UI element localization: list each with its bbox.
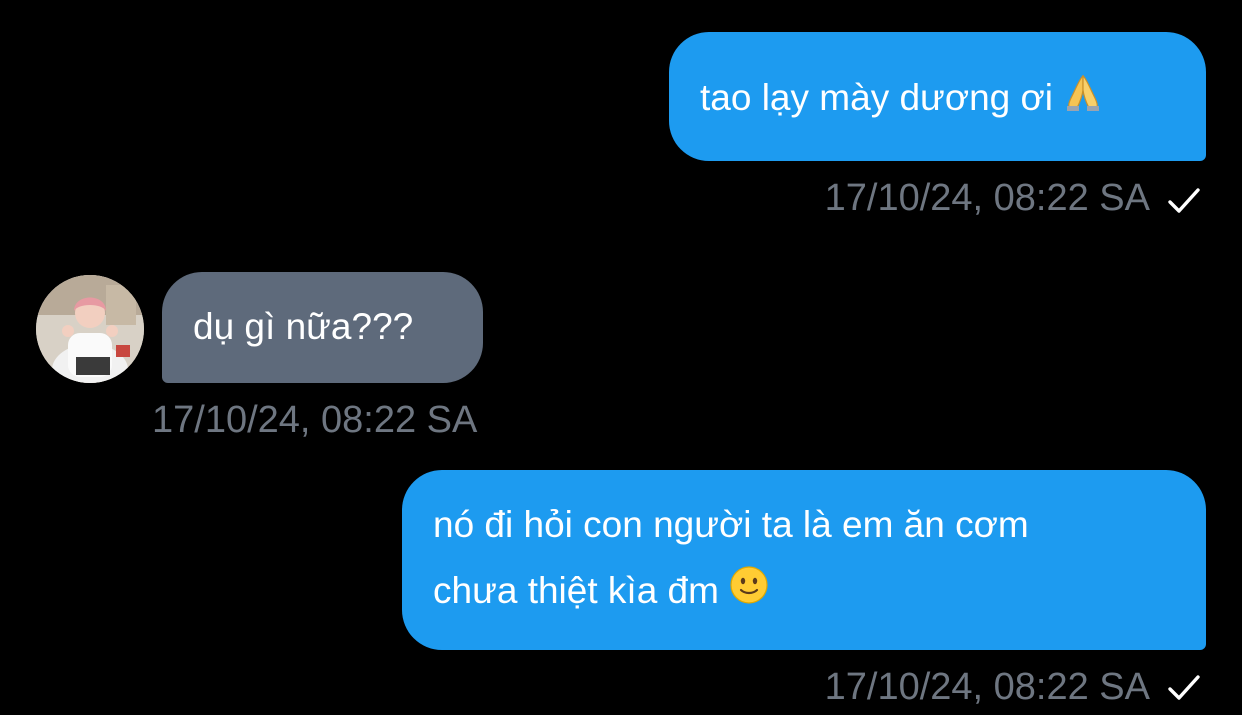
message-text: dụ gì nữa??? (193, 306, 414, 347)
outgoing-message-bubble[interactable]: nó đi hỏi con người ta là em ăn cơm chưa… (402, 470, 1206, 650)
message-timestamp: 17/10/24, 08:22 SA (824, 177, 1150, 219)
sent-check-icon (1167, 673, 1201, 703)
avatar-photo (36, 275, 144, 383)
message-text: tao lạy mày dương ơi (700, 77, 1053, 118)
avatar[interactable] (36, 275, 144, 383)
folded-hands-emoji-icon (1063, 70, 1103, 130)
message-text-line: nó đi hỏi con người ta là em ăn cơm (433, 504, 1029, 545)
message-timestamp: 17/10/24, 08:22 SA (152, 399, 478, 441)
slightly-smiling-face-emoji-icon (729, 560, 769, 626)
message-text: chưa thiệt kìa đm (433, 570, 719, 611)
incoming-message-bubble[interactable]: dụ gì nữa??? (162, 272, 483, 383)
outgoing-message-bubble[interactable]: tao lạy mày dương ơi (669, 32, 1206, 161)
message-timestamp: 17/10/24, 08:22 SA (824, 666, 1150, 708)
sent-check-icon (1167, 186, 1201, 216)
message-text-line: chưa thiệt kìa đm (433, 558, 1206, 626)
